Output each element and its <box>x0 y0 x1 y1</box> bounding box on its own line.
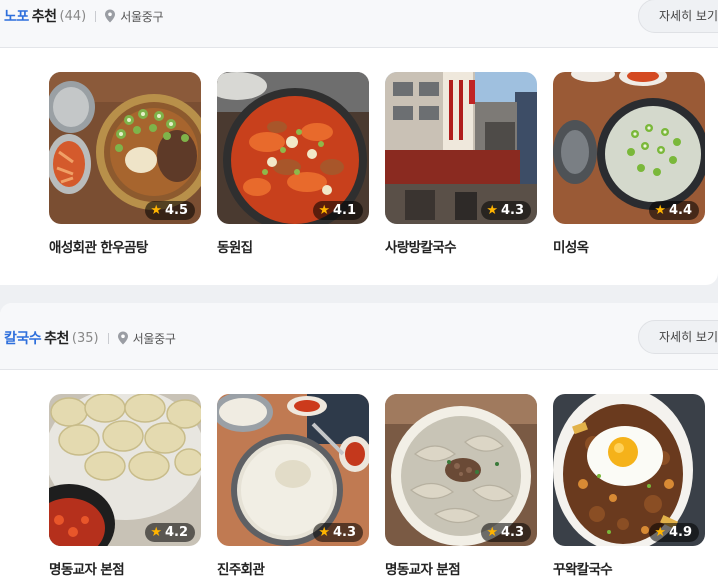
restaurant-photo[interactable]: ★ 4.4 <box>553 72 705 224</box>
divider <box>95 10 97 22</box>
star-icon: ★ <box>654 203 666 218</box>
rating-badge: ★ 4.3 <box>481 201 531 220</box>
restaurant-card[interactable]: ★ 4.2 명동교자 본점 <box>49 394 201 578</box>
restaurant-card[interactable]: ★ 4.3 명동교자 분점 <box>385 394 537 578</box>
more-button[interactable]: 자세히 보기 <box>638 320 718 354</box>
restaurant-card[interactable]: ★ 4.9 꾸왁칼국수 <box>553 394 705 578</box>
star-icon: ★ <box>486 525 498 540</box>
star-icon: ★ <box>150 525 162 540</box>
section-rec-label: 추천 <box>44 331 69 347</box>
section-title: 노포 추천 (44) 서울중구 <box>4 6 163 26</box>
star-icon: ★ <box>150 203 162 218</box>
section-count: (44) <box>59 8 87 24</box>
section-count: (35) <box>71 330 99 346</box>
star-icon: ★ <box>654 525 666 540</box>
star-icon: ★ <box>318 525 330 540</box>
restaurant-card[interactable]: ★ 4.3 진주회관 <box>217 394 369 578</box>
section-location: 서울중구 <box>132 331 176 346</box>
map-pin-icon <box>105 9 116 23</box>
restaurant-name[interactable]: 명동교자 분점 <box>385 558 537 578</box>
restaurant-name[interactable]: 명동교자 본점 <box>49 558 201 578</box>
restaurant-photo[interactable]: ★ 4.2 <box>49 394 201 546</box>
restaurant-card[interactable]: ★ 4.1 동원집 <box>217 72 369 256</box>
recommend-section-nopo: 노포 추천 (44) 서울중구 자세히 보기 ★ 4.5 애성회관 한우곰탕 ★… <box>0 0 718 285</box>
star-icon: ★ <box>486 203 498 218</box>
restaurant-photo[interactable]: ★ 4.1 <box>217 72 369 224</box>
section-title: 칼국수 추천 (35) 서울중구 <box>4 328 176 348</box>
divider <box>107 332 109 344</box>
rating-value: 4.4 <box>668 203 692 218</box>
rating-badge: ★ 4.5 <box>145 201 195 220</box>
rating-value: 4.2 <box>164 525 188 540</box>
rating-value: 4.5 <box>164 203 188 218</box>
map-pin-icon <box>117 331 128 345</box>
rating-badge: ★ 4.9 <box>649 523 699 542</box>
rating-badge: ★ 4.2 <box>145 523 195 542</box>
restaurant-name[interactable]: 미성옥 <box>553 236 705 256</box>
rating-value: 4.3 <box>500 525 524 540</box>
recommend-section-kalguksu: 칼국수 추천 (35) 서울중구 자세히 보기 ★ 4.2 명동교자 본점 ★ … <box>0 303 718 587</box>
rating-value: 4.3 <box>332 525 356 540</box>
section-header: 칼국수 추천 (35) 서울중구 자세히 보기 <box>0 303 718 370</box>
restaurant-card[interactable]: ★ 4.3 사랑방칼국수 <box>385 72 537 256</box>
restaurant-photo[interactable]: ★ 4.3 <box>385 394 537 546</box>
section-header: 노포 추천 (44) 서울중구 자세히 보기 <box>0 0 718 48</box>
card-list: ★ 4.5 애성회관 한우곰탕 ★ 4.1 동원집 ★ 4.3 사랑방칼국수 ★… <box>49 72 705 256</box>
section-keyword[interactable]: 노포 <box>4 6 29 26</box>
section-location: 서울중구 <box>120 9 164 24</box>
restaurant-name[interactable]: 진주회관 <box>217 558 369 578</box>
restaurant-name[interactable]: 애성회관 한우곰탕 <box>49 236 201 256</box>
restaurant-name[interactable]: 사랑방칼국수 <box>385 236 537 256</box>
rating-badge: ★ 4.3 <box>313 523 363 542</box>
more-button[interactable]: 자세히 보기 <box>638 0 718 33</box>
card-list: ★ 4.2 명동교자 본점 ★ 4.3 진주회관 ★ 4.3 명동교자 분점 ★… <box>49 394 705 578</box>
rating-value: 4.9 <box>668 525 692 540</box>
rating-value: 4.1 <box>332 203 356 218</box>
rating-badge: ★ 4.4 <box>649 201 699 220</box>
section-rec-label: 추천 <box>31 9 57 25</box>
restaurant-name[interactable]: 꾸왁칼국수 <box>553 558 705 578</box>
restaurant-name[interactable]: 동원집 <box>217 236 369 256</box>
restaurant-photo[interactable]: ★ 4.9 <box>553 394 705 546</box>
restaurant-card[interactable]: ★ 4.4 미성옥 <box>553 72 705 256</box>
star-icon: ★ <box>318 203 330 218</box>
rating-value: 4.3 <box>500 203 524 218</box>
restaurant-card[interactable]: ★ 4.5 애성회관 한우곰탕 <box>49 72 201 256</box>
restaurant-photo[interactable]: ★ 4.3 <box>385 72 537 224</box>
rating-badge: ★ 4.1 <box>313 201 363 220</box>
rating-badge: ★ 4.3 <box>481 523 531 542</box>
restaurant-photo[interactable]: ★ 4.5 <box>49 72 201 224</box>
restaurant-photo[interactable]: ★ 4.3 <box>217 394 369 546</box>
section-keyword[interactable]: 칼국수 <box>4 328 42 348</box>
